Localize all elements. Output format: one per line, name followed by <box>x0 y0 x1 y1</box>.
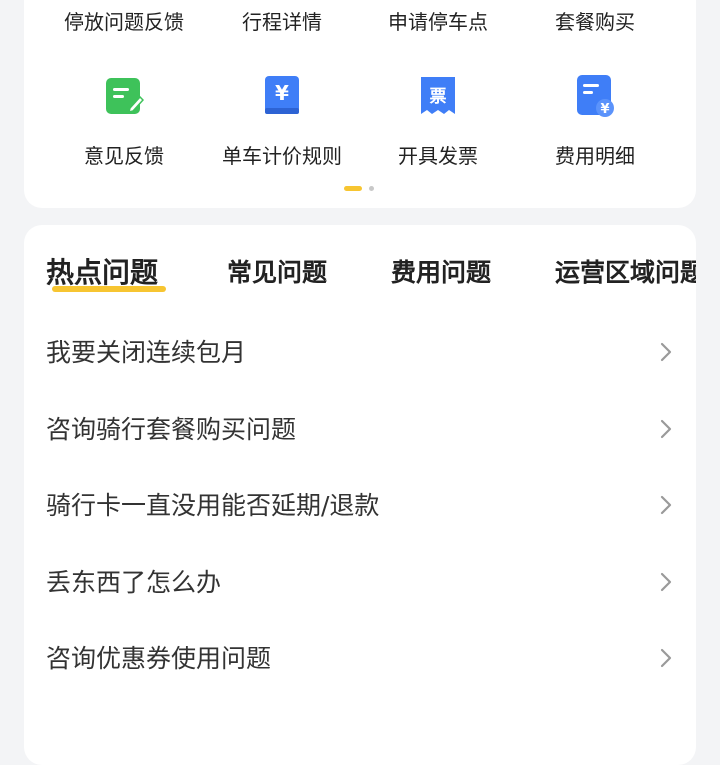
service-invoice-label: 开具发票 <box>398 144 478 168</box>
chevron-right-icon <box>660 572 672 592</box>
page-dot <box>369 186 374 191</box>
page-dot-active <box>344 186 362 191</box>
service-apply-parking-spot[interactable]: 申请停车点 <box>360 6 516 35</box>
service-pricing-rules[interactable]: ¥ 单车计价规则 <box>204 72 360 172</box>
svg-text:票: 票 <box>430 87 447 107</box>
service-invoice[interactable]: 票 开具发票 <box>360 72 516 172</box>
faq-item-coupon-usage[interactable]: 咨询优惠券使用问题 <box>24 621 696 697</box>
service-package-purchase[interactable]: 套餐购买 <box>517 6 673 35</box>
page-indicator <box>344 186 384 192</box>
faq-item-package-purchase[interactable]: 咨询骑行套餐购买问题 <box>24 392 696 468</box>
tab-hot-questions[interactable]: 热点问题 <box>46 251 158 291</box>
chevron-right-icon <box>660 648 672 668</box>
faq-question: 咨询优惠券使用问题 <box>46 644 272 673</box>
faq-item-lost-items[interactable]: 丢东西了怎么办 <box>24 545 696 621</box>
service-parking-feedback[interactable]: 停放问题反馈 <box>46 6 202 35</box>
svg-text:¥: ¥ <box>600 102 609 117</box>
service-fee-details[interactable]: ¥ 费用明细 <box>517 72 673 172</box>
tab-operating-area-questions[interactable]: 运营区域问题 <box>555 253 696 289</box>
faq-tabs: 热点问题 常见问题 费用问题 运营区域问题 <box>24 247 696 307</box>
service-fee-details-label: 费用明细 <box>555 144 635 168</box>
faq-item-close-monthly[interactable]: 我要关闭连续包月 <box>24 315 696 391</box>
faq-question: 咨询骑行套餐购买问题 <box>46 415 297 444</box>
faq-question: 骑行卡一直没用能否延期/退款 <box>46 491 380 520</box>
fee-details-icon: ¥ <box>577 75 614 117</box>
chevron-right-icon <box>660 419 672 439</box>
service-feedback[interactable]: 意见反馈 <box>46 72 202 172</box>
service-pricing-rules-label: 单车计价规则 <box>222 144 342 168</box>
faq-question: 我要关闭连续包月 <box>46 338 247 367</box>
service-row: 意见反馈 ¥ 单车计价规则 票 开具发票 ¥ 费用明细 <box>24 72 696 172</box>
faq-card: 热点问题 常见问题 费用问题 运营区域问题 我要关闭连续包月 咨询骑行套餐购买问… <box>24 225 696 765</box>
chevron-right-icon <box>660 342 672 362</box>
service-trip-details[interactable]: 行程详情 <box>204 6 360 35</box>
tab-fee-questions[interactable]: 费用问题 <box>391 253 491 289</box>
feedback-icon <box>106 78 144 114</box>
invoice-icon: 票 <box>421 77 455 114</box>
faq-item-card-extend-refund[interactable]: 骑行卡一直没用能否延期/退款 <box>24 468 696 544</box>
services-card: 停放问题反馈 行程详情 申请停车点 套餐购买 意见反馈 ¥ 单车计价规则 票 开… <box>24 0 696 208</box>
svg-text:¥: ¥ <box>275 81 289 105</box>
chevron-right-icon <box>660 495 672 515</box>
faq-question: 丢东西了怎么办 <box>46 568 222 597</box>
pricing-rules-icon: ¥ <box>265 76 299 114</box>
top-service-row: 停放问题反馈 行程详情 申请停车点 套餐购买 <box>24 6 696 46</box>
service-feedback-label: 意见反馈 <box>84 144 164 168</box>
tab-common-questions[interactable]: 常见问题 <box>227 253 327 289</box>
